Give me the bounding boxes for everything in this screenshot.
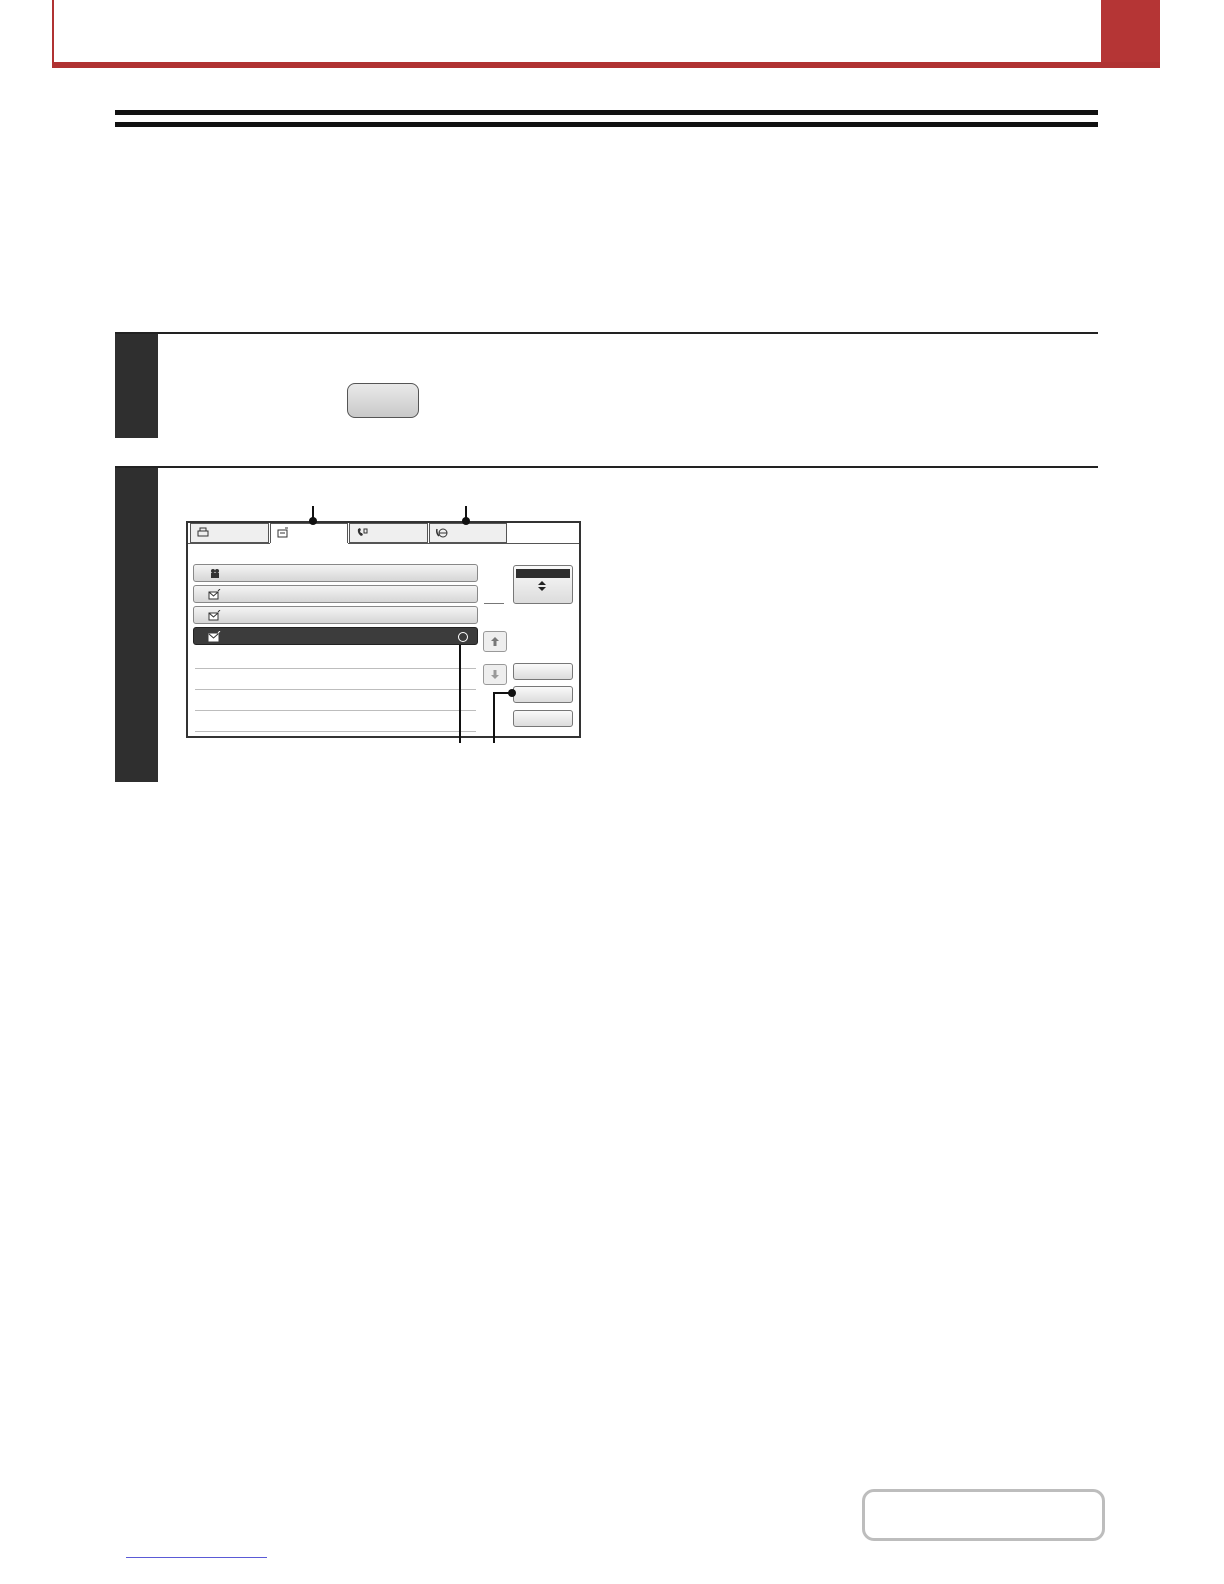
page-indicator bbox=[484, 603, 504, 604]
empty-row-line bbox=[195, 731, 476, 732]
header-bar bbox=[52, 0, 1160, 68]
address-book-screen bbox=[186, 521, 581, 738]
empty-row-line bbox=[195, 689, 476, 690]
address-row[interactable] bbox=[193, 606, 478, 624]
email-icon bbox=[208, 589, 221, 600]
tab-baseline bbox=[188, 543, 579, 544]
fax-icon bbox=[357, 528, 368, 536]
email-icon bbox=[208, 631, 221, 642]
callout-marker bbox=[458, 632, 468, 642]
side-button-2[interactable] bbox=[513, 686, 573, 703]
empty-row-line bbox=[195, 710, 476, 711]
callout-dot-scan-tab bbox=[309, 517, 317, 525]
group-icon bbox=[211, 569, 219, 578]
scroll-up-button[interactable] bbox=[483, 631, 507, 652]
title-rule-top bbox=[115, 110, 1098, 115]
step-1-rule bbox=[115, 332, 1098, 334]
tab-internet-fax[interactable] bbox=[429, 523, 507, 543]
callout-line-selected-row bbox=[459, 645, 461, 743]
title-rule-bottom bbox=[115, 122, 1098, 127]
tab-fax[interactable] bbox=[349, 523, 428, 543]
callout-line-side-button bbox=[493, 692, 495, 743]
tab-copy[interactable] bbox=[190, 523, 269, 543]
scanner-icon bbox=[277, 527, 288, 538]
step-1-number-bar bbox=[115, 334, 158, 438]
address-row[interactable] bbox=[193, 585, 478, 603]
sort-arrows-icon bbox=[538, 581, 546, 591]
side-button-1[interactable] bbox=[513, 663, 573, 680]
active-tab-gap bbox=[270, 543, 348, 544]
address-row-selected[interactable] bbox=[193, 627, 478, 645]
sort-label-bar bbox=[516, 569, 570, 578]
scroll-down-button[interactable] bbox=[483, 664, 507, 685]
callout-dot-ifax-tab bbox=[462, 517, 470, 525]
printer-icon bbox=[197, 527, 209, 537]
internet-fax-icon bbox=[436, 528, 448, 538]
address-row[interactable] bbox=[193, 564, 478, 582]
tab-scan[interactable] bbox=[270, 523, 348, 544]
arrow-down-icon bbox=[491, 670, 499, 679]
contents-button[interactable] bbox=[862, 1489, 1105, 1541]
callout-dot-side-button bbox=[508, 689, 516, 697]
operation-key-button[interactable] bbox=[347, 383, 419, 418]
bottom-link[interactable] bbox=[126, 1557, 267, 1558]
email-icon bbox=[208, 610, 221, 621]
chapter-tab bbox=[1101, 0, 1160, 62]
arrow-up-icon bbox=[491, 637, 499, 646]
step-2-number-bar bbox=[115, 468, 158, 782]
sort-button[interactable] bbox=[513, 565, 573, 604]
step-2-rule bbox=[115, 466, 1098, 468]
side-button-3[interactable] bbox=[513, 710, 573, 727]
empty-row-line bbox=[195, 668, 476, 669]
